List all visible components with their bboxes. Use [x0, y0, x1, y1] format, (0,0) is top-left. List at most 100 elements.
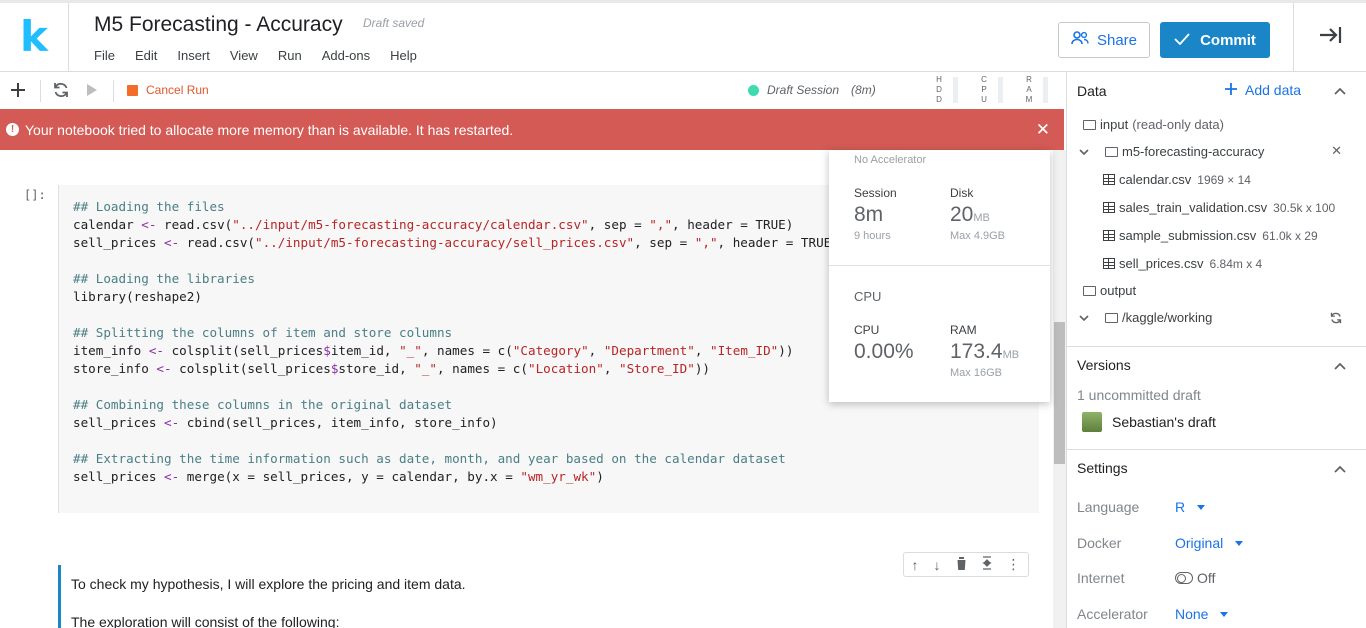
ram-label: RAM	[950, 323, 977, 337]
settings-section-heading: Settings	[1077, 460, 1128, 476]
error-banner: ! Your notebook tried to allocate more m…	[0, 109, 1064, 150]
file-row[interactable]: sell_prices.csv 6.84m x 4	[1103, 256, 1262, 271]
working-folder[interactable]: /kaggle/working	[1079, 310, 1212, 325]
ram-limit: Max 16GB	[950, 367, 1002, 379]
add-data-button[interactable]: Add data	[1225, 82, 1301, 98]
disk-unit: MB	[973, 212, 990, 224]
file-name: sales_train_validation.csv	[1119, 200, 1268, 215]
add-cell-icon[interactable]	[7, 79, 29, 101]
stop-icon	[127, 84, 138, 96]
alert-icon: !	[6, 123, 19, 136]
menu-bar: File Edit Insert View Run Add-ons Help	[94, 48, 417, 63]
accelerator-label: Accelerator	[1077, 606, 1148, 622]
chevron-down-icon[interactable]	[1079, 144, 1089, 159]
markdown-cell[interactable]: To check my hypothesis, I will explore t…	[58, 565, 1039, 628]
file-row[interactable]: calendar.csv 1969 × 14	[1103, 172, 1251, 187]
draft-status: Draft saved	[363, 16, 425, 30]
file-name: sell_prices.csv	[1119, 256, 1204, 271]
notebook-title[interactable]: M5 Forecasting - Accuracy	[94, 13, 343, 37]
file-row[interactable]: sample_submission.csv 61.0k x 29	[1103, 228, 1318, 243]
cancel-run-button[interactable]: Cancel Run	[127, 83, 209, 97]
table-icon	[1103, 258, 1115, 269]
people-icon	[1071, 31, 1089, 49]
dataset-folder[interactable]: m5-forecasting-accuracy	[1079, 144, 1264, 159]
docker-value: Original	[1175, 535, 1224, 551]
right-sidebar: Data Add data input (read-only data) m5-…	[1066, 72, 1366, 628]
menu-help[interactable]: Help	[390, 48, 417, 63]
disk-usage: 20MB	[950, 203, 990, 227]
input-folder[interactable]: input (read-only data)	[1083, 117, 1224, 132]
hdd-meter-label: HDD	[936, 75, 942, 104]
refresh-icon[interactable]	[50, 79, 72, 101]
chevron-up-icon[interactable]	[1334, 460, 1346, 476]
toolbar-divider	[40, 80, 41, 102]
plus-icon	[1225, 82, 1237, 98]
chevron-down-icon[interactable]	[1079, 310, 1089, 325]
collapse-panel-button[interactable]	[1293, 3, 1366, 72]
session-limit: 9 hours	[854, 230, 891, 242]
chevron-up-icon[interactable]	[1334, 82, 1346, 98]
cpu-label: CPU	[854, 323, 880, 337]
cpu-value: 0.00%	[854, 340, 914, 363]
code-content[interactable]: ## Loading the files calendar <- read.cs…	[73, 198, 839, 486]
language-select[interactable]: R	[1175, 499, 1206, 515]
folder-icon	[1105, 312, 1118, 323]
menu-insert[interactable]: Insert	[177, 48, 210, 63]
docker-label: Docker	[1077, 535, 1122, 551]
folder-icon	[1083, 285, 1096, 296]
session-label: Draft Session	[767, 83, 840, 97]
share-label: Share	[1096, 31, 1138, 49]
cpu-meter	[998, 77, 1003, 103]
draft-version-item[interactable]: Sebastian's draft	[1082, 412, 1216, 432]
editor-scrollbar[interactable]	[1053, 150, 1066, 628]
error-message: Your notebook tried to allocate more mem…	[25, 121, 514, 138]
accelerator-select[interactable]: None	[1175, 606, 1229, 622]
ram-unit: MB	[1002, 349, 1020, 361]
close-icon[interactable]: ✕	[1036, 120, 1050, 140]
chevron-up-icon[interactable]	[1334, 357, 1346, 373]
menu-file[interactable]: File	[94, 48, 115, 63]
table-icon	[1103, 202, 1115, 213]
remove-dataset-icon[interactable]: ✕	[1331, 143, 1342, 159]
internet-toggle[interactable]: Off	[1175, 570, 1215, 586]
file-dimensions: 1969 × 14	[1197, 172, 1251, 187]
refresh-icon[interactable]	[1330, 311, 1342, 329]
ram-value: 173.4	[950, 340, 1003, 363]
uncommitted-count: 1 uncommitted draft	[1077, 387, 1201, 403]
divider	[829, 265, 1050, 266]
caret-down-icon	[1197, 504, 1206, 510]
disk-value: 20	[950, 203, 974, 226]
accelerator-value: None	[1175, 606, 1209, 622]
run-icon[interactable]	[81, 79, 103, 101]
disk-limit: Max 4.9GB	[950, 230, 1006, 242]
file-dimensions: 30.5k x 100	[1273, 200, 1336, 215]
output-label: output	[1100, 283, 1137, 298]
cpu-heading: CPU	[854, 289, 882, 304]
file-name: sample_submission.csv	[1119, 228, 1257, 243]
menu-add-ons[interactable]: Add-ons	[322, 48, 370, 63]
hdd-meter	[953, 77, 958, 103]
menu-edit[interactable]: Edit	[135, 48, 157, 63]
caret-down-icon	[1235, 540, 1244, 546]
accelerator-status: No Accelerator	[854, 154, 927, 166]
share-button[interactable]: Share	[1058, 22, 1150, 58]
output-folder[interactable]: output	[1083, 283, 1136, 298]
resource-usage-popup: No Accelerator Session 8m 9 hours Disk 2…	[829, 150, 1050, 402]
menu-run[interactable]: Run	[278, 48, 302, 63]
kaggle-logo[interactable]: k	[0, 3, 69, 72]
add-data-label: Add data	[1245, 82, 1302, 98]
language-value: R	[1175, 499, 1186, 515]
menu-view[interactable]: View	[230, 48, 258, 63]
file-row[interactable]: sales_train_validation.csv 30.5k x 100	[1103, 200, 1335, 215]
toggle-icon	[1175, 572, 1193, 584]
disk-label: Disk	[950, 186, 974, 200]
session-value: 8m	[854, 203, 884, 226]
ram-meter	[1043, 77, 1048, 103]
session-status[interactable]: Draft Session (8m)	[748, 83, 876, 97]
scrollbar-thumb[interactable]	[1054, 322, 1065, 464]
input-label: input	[1100, 117, 1129, 132]
header: k M5 Forecasting - Accuracy Draft saved …	[0, 0, 1366, 72]
ram-meter-label: RAM	[1025, 75, 1033, 104]
commit-button[interactable]: Commit	[1160, 22, 1270, 58]
docker-select[interactable]: Original	[1175, 535, 1244, 551]
